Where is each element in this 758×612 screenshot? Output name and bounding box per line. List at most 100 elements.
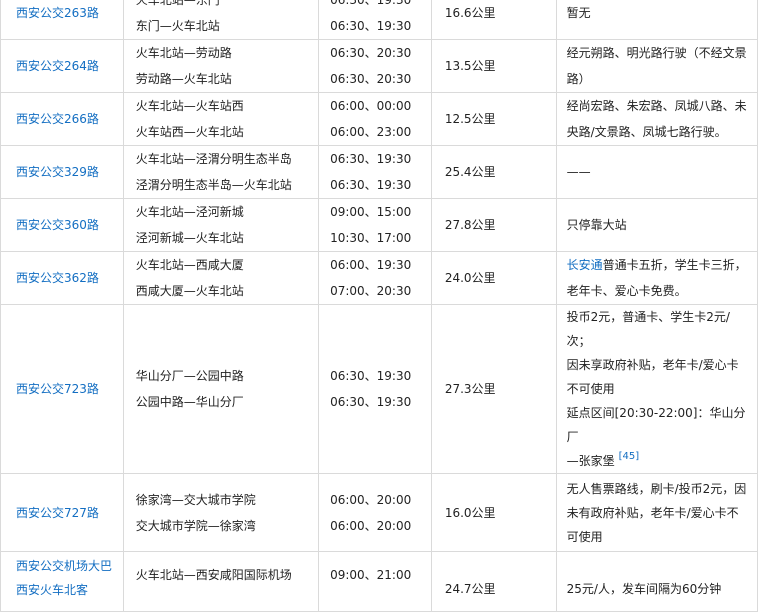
note-text: 老年卡、爱心卡免费。 xyxy=(566,284,687,298)
table-row: 西安公交机场大巴西安火车北客 火车北站—西安咸阳国际机场 09:00、21:00… xyxy=(0,551,758,612)
note-text: 延点区间[20:30-22:00]：华山分厂 xyxy=(566,406,746,444)
route-link[interactable]: 西安公交机场大巴西安火车北客 xyxy=(16,559,112,597)
direction-text: 公园中路—华山分厂 xyxy=(135,395,244,409)
time-text: 06:30、19:30 xyxy=(330,0,412,7)
time-cell: 06:30、19:30 06:30、19:30 xyxy=(318,304,432,474)
note-text: 次； xyxy=(566,334,591,348)
direction-cell: 火车北站—劳动路 劳动路—火车北站 xyxy=(122,39,320,93)
note-text: 经元朔路、明光路行驶（不经文景 xyxy=(566,46,747,60)
time-cell: 06:30、19:30 06:30、19:30 xyxy=(318,145,432,199)
direction-text: 火车北站—火车站西 xyxy=(135,99,244,113)
table-row: 西安公交362路 火车北站—西咸大厦 西咸大厦—火车北站 06:00、19:30 0… xyxy=(0,251,758,305)
route-link[interactable]: 西安公交263路 xyxy=(16,6,99,20)
time-cell: 06:30、19:30 06:30、19:30 xyxy=(318,0,432,40)
direction-text: 泾河新城—火车北站 xyxy=(135,231,244,245)
note-text: 长安通普通卡五折，学生卡三折， xyxy=(567,252,753,278)
direction-cell: 华山分厂—公园中路 公园中路—华山分厂 xyxy=(122,304,320,474)
direction-text: 火车北站—西安咸阳国际机场 xyxy=(135,568,292,582)
direction-text: 火车站西—火车北站 xyxy=(135,125,244,139)
note-cell: 长安通普通卡五折，学生卡三折， 老年卡、爱心卡免费。 xyxy=(555,251,758,305)
time-text: 06:00、23:00 xyxy=(330,125,412,139)
route-link[interactable]: 西安公交362路 xyxy=(16,271,99,285)
note-cell: 经尚宏路、朱宏路、凤城八路、未 央路/文景路、凤城七路行驶。 xyxy=(555,92,758,146)
route-link[interactable]: 西安公交264路 xyxy=(16,59,99,73)
note-text-part: —张家堡 xyxy=(566,454,615,468)
note-text: 投币2元，普通卡、学生卡2元/ xyxy=(566,310,730,324)
direction-text: 西咸大厦—火车北站 xyxy=(135,284,244,298)
note-text: 路） xyxy=(566,72,591,86)
time-text: 06:30、19:30 xyxy=(330,152,412,166)
time-cell: 09:00、21:00 xyxy=(318,551,432,612)
time-text: 06:30、20:30 xyxy=(330,46,412,60)
note-text: 不可使用 xyxy=(566,382,615,396)
time-text: 06:00、20:00 xyxy=(330,518,412,533)
route-name-cell: 西安公交329路 xyxy=(0,145,124,199)
note-cell: —— xyxy=(555,145,758,199)
table-row: 西安公交727路 徐家湾—交大城市学院 交大城市学院—徐家湾 06:00、20:0… xyxy=(0,473,758,552)
direction-cell: 火车北站—泾渭分明生态半岛 泾渭分明生态半岛—火车北站 xyxy=(122,145,320,199)
distance-cell: 13.5公里 xyxy=(430,39,557,93)
direction-text: 火车北站—泾河新城 xyxy=(135,205,244,219)
table-row: 西安公交264路 火车北站—劳动路 劳动路—火车北站 06:30、20:30 06:… xyxy=(0,39,758,93)
distance-cell: 16.6公里 xyxy=(430,0,557,40)
note-cell: 暂无 xyxy=(555,0,758,40)
distance-cell: 27.3公里 xyxy=(430,304,557,474)
direction-cell: 火车北站—西咸大厦 西咸大厦—火车北站 xyxy=(122,251,320,305)
route-name-cell: 西安公交266路 xyxy=(0,92,124,146)
route-name-cell: 西安公交360路 xyxy=(0,198,124,252)
time-text: 06:00、19:30 xyxy=(330,258,412,272)
direction-text: 火车北站—劳动路 xyxy=(135,46,232,60)
time-text: 06:30、19:30 xyxy=(330,178,412,192)
note-text-part: 普通卡五折，学生卡三折， xyxy=(602,258,747,272)
note-text: 暂无 xyxy=(566,6,591,20)
direction-cell: 火车北站—东门东门—火车北站 xyxy=(122,0,320,40)
direction-text: 泾渭分明生态半岛—火车北站 xyxy=(135,178,292,192)
note-text: 可使用 xyxy=(566,529,603,544)
time-cell: 06:00、00:00 06:00、23:00 xyxy=(318,92,432,146)
direction-cell: 火车北站—泾河新城 泾河新城—火车北站 xyxy=(122,198,320,252)
route-name-cell: 西安公交264路 xyxy=(0,39,124,93)
note-text: 央路/文景路、凤城七路行驶。 xyxy=(566,125,727,139)
note-cell: 无人售票路线，刷卡/投币2元，因 未有政府补贴，老年卡/爱心卡不 可使用 xyxy=(555,473,758,552)
table-row: 西安公交360路 火车北站—泾河新城 泾河新城—火车北站 09:00、15:00 1… xyxy=(0,198,758,252)
note-text: 25元/人，发车间隔为60分钟 xyxy=(566,582,722,596)
time-cell: 06:00、19:30 07:00、20:30 xyxy=(318,251,432,305)
time-text: 06:30、19:30 xyxy=(330,395,412,409)
table-row: 西安公交723路 华山分厂—公园中路 公园中路—华山分厂 06:30、19:30 0… xyxy=(0,304,758,474)
table-row: 西安公交263路 火车北站—东门东门—火车北站 06:30、19:30 06:30… xyxy=(0,0,758,40)
note-text: —张家堡 [45] xyxy=(567,449,753,473)
note-text: 经尚宏路、朱宏路、凤城八路、未 xyxy=(566,99,747,113)
note-text: 因未享政府补贴，老年卡/爱心卡 xyxy=(566,358,739,372)
note-text: 未有政府补贴，老年卡/爱心卡不 xyxy=(566,505,739,520)
direction-text: 徐家湾—交大城市学院 xyxy=(135,492,256,507)
note-cell: 经元朔路、明光路行驶（不经文景 路） xyxy=(555,39,758,93)
bus-routes-table: 西安公交263路 火车北站—东门东门—火车北站 06:30、19:30 06:30… xyxy=(0,0,758,612)
distance-cell: 12.5公里 xyxy=(430,92,557,146)
route-name-cell: 西安公交727路 xyxy=(0,473,124,552)
citation-link[interactable]: [45] xyxy=(619,451,640,462)
route-link[interactable]: 西安公交723路 xyxy=(16,382,99,396)
table-row: 西安公交266路 火车北站—火车站西 火车站西—火车北站 06:00、00:00 0… xyxy=(0,92,758,146)
direction-text: 交大城市学院—徐家湾 xyxy=(135,518,256,533)
route-link[interactable]: 西安公交266路 xyxy=(16,112,99,126)
distance-cell: 24.0公里 xyxy=(430,251,557,305)
distance-cell: 27.8公里 xyxy=(430,198,557,252)
route-link[interactable]: 西安公交329路 xyxy=(16,165,99,179)
direction-text: 火车北站—东门 xyxy=(135,0,220,7)
direction-text: 东门—火车北站 xyxy=(135,19,220,33)
time-text: 06:00、20:00 xyxy=(330,492,412,507)
note-text: 无人售票路线，刷卡/投币2元，因 xyxy=(566,481,747,496)
direction-cell: 火车北站—火车站西 火车站西—火车北站 xyxy=(122,92,320,146)
route-link[interactable]: 西安公交727路 xyxy=(16,506,99,520)
time-text: 06:30、19:30 xyxy=(330,369,412,383)
route-name-cell: 西安公交263路 xyxy=(0,0,124,40)
time-cell: 09:00、15:00 10:30、17:00 xyxy=(318,198,432,252)
time-cell: 06:30、20:30 06:30、20:30 xyxy=(318,39,432,93)
distance-cell: 25.4公里 xyxy=(430,145,557,199)
route-link[interactable]: 西安公交360路 xyxy=(16,218,99,232)
time-text: 06:30、20:30 xyxy=(330,72,412,86)
note-cell: 25元/人，发车间隔为60分钟 xyxy=(555,551,758,612)
route-name-cell: 西安公交723路 xyxy=(0,304,124,474)
changantong-link[interactable]: 长安通 xyxy=(567,258,603,272)
table-row: 西安公交329路 火车北站—泾渭分明生态半岛 泾渭分明生态半岛—火车北站 06:3… xyxy=(0,145,758,199)
